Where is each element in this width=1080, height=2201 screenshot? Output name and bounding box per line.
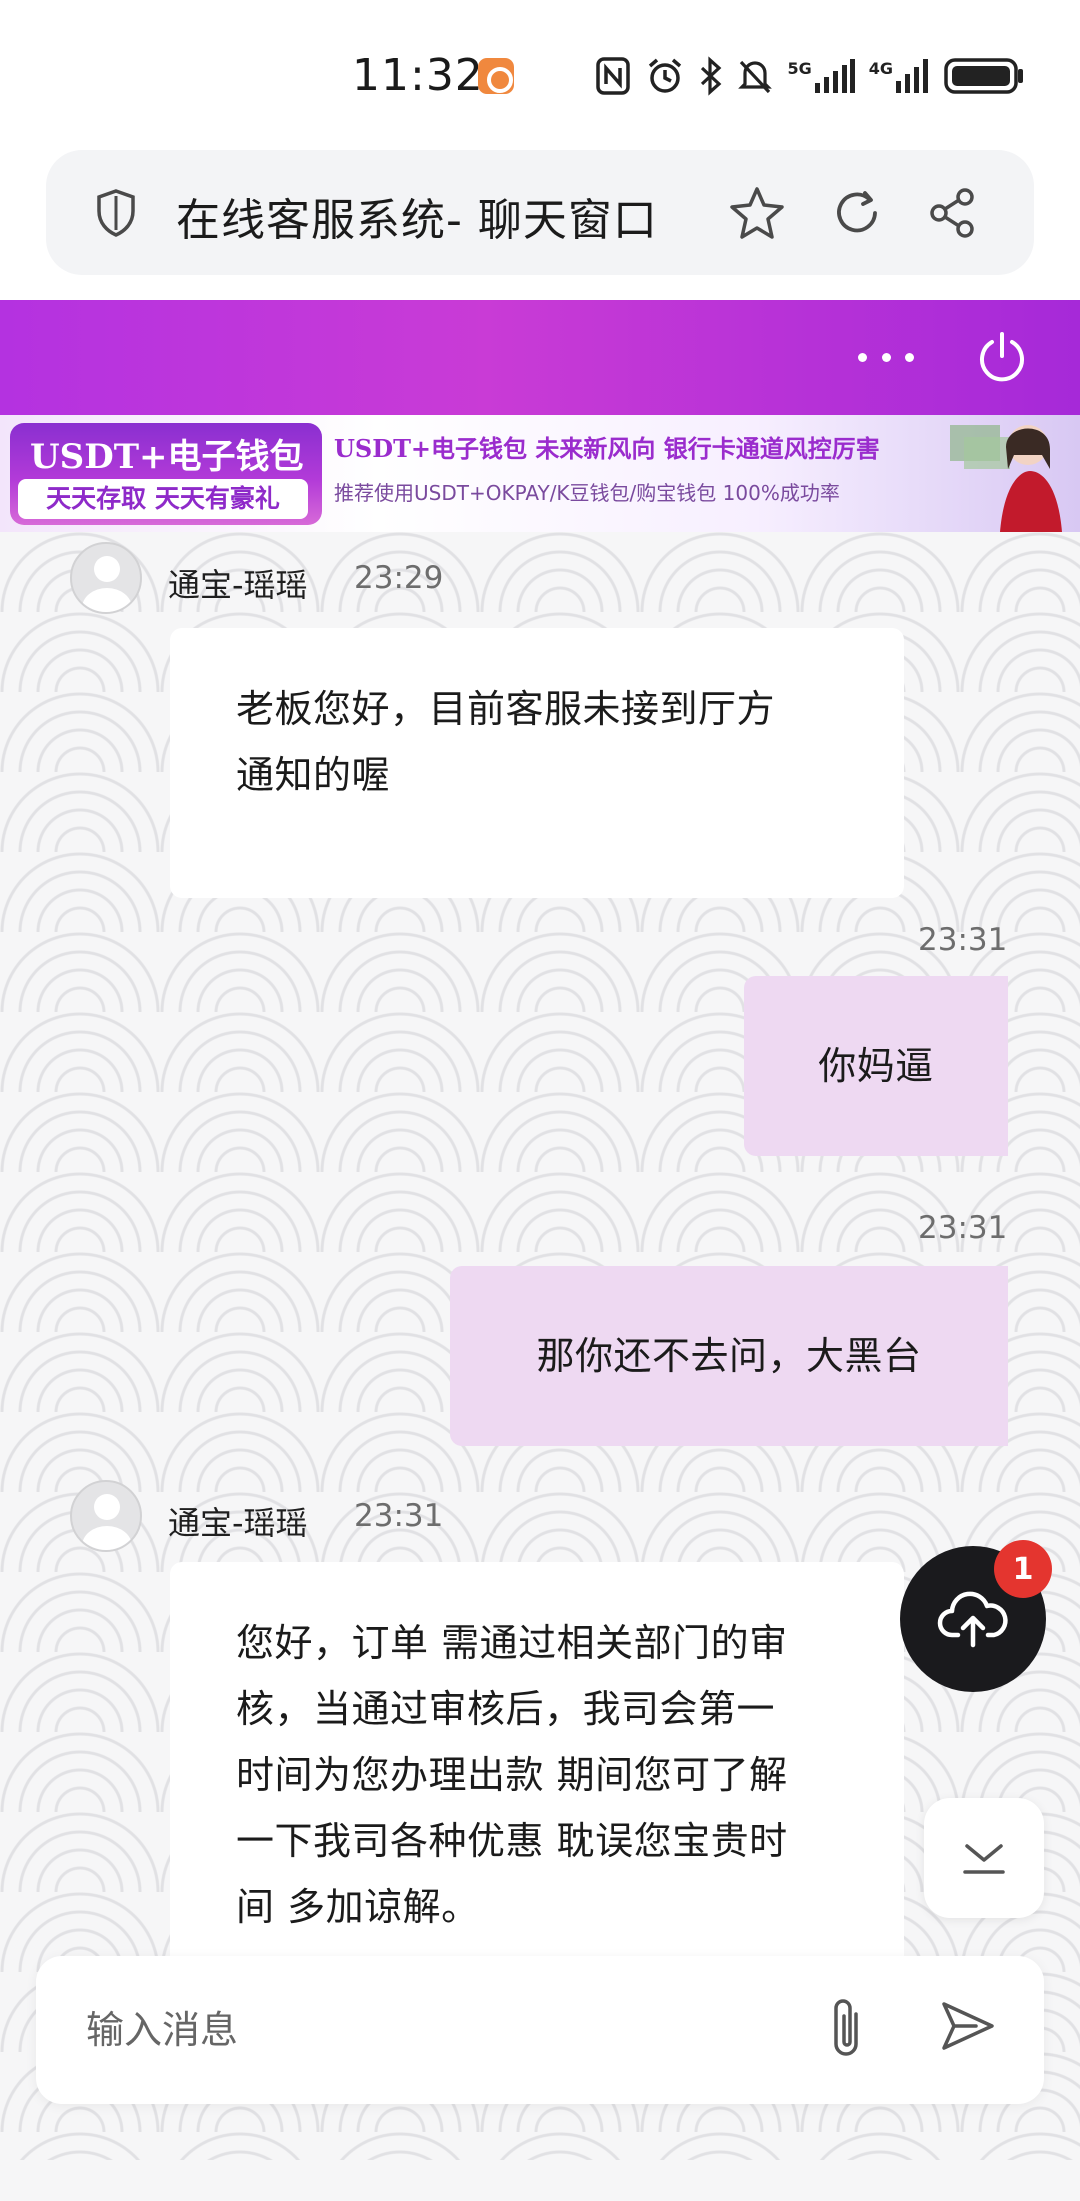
message-time: 23:29 [354, 560, 444, 596]
network-5g-label: 5G [787, 59, 812, 78]
message-line: 时间为您办理出款 期间您可了解 [236, 1753, 788, 1797]
chat-message-list[interactable]: 通宝-瑶瑶 23:29 老板您好，目前客服未接到厅方 通知的喔 23:31 你妈… [0, 532, 1080, 2201]
signal-5g: 5G [787, 59, 855, 93]
page-title: 在线客服系统- 聊天窗口 [176, 195, 658, 246]
sender-name: 通宝-瑶瑶 [168, 566, 308, 604]
status-bar: 11:32 5G 4G [0, 0, 1080, 150]
signal-bars-icon [814, 59, 855, 93]
star-icon[interactable] [726, 182, 788, 244]
share-icon[interactable] [922, 182, 984, 244]
message-line: 您好，订单 需通过相关部门的审 [236, 1621, 788, 1665]
message-text: 那你还不去问，大黑台 [536, 1334, 922, 1378]
message-line: 核，当通过审核后，我司会第一 [236, 1687, 776, 1731]
signal-bars-icon [896, 59, 928, 93]
network-4g-label: 4G [868, 59, 893, 78]
outgoing-message-bubble[interactable]: 你妈逼 [744, 976, 1008, 1156]
message-line: 老板您好，目前客服未接到厅方 [236, 687, 776, 731]
chat-header [0, 300, 1080, 415]
banner-headline: USDT+电子钱包 未来新风向 银行卡通道风控厉害 [334, 434, 880, 463]
mute-icon [738, 60, 773, 94]
more-dots-icon[interactable] [858, 342, 914, 372]
avatar[interactable] [70, 542, 142, 614]
banner-badge-subtitle: 天天存取 天天有豪礼 [18, 479, 308, 519]
bottom-area [0, 2160, 1080, 2201]
send-icon[interactable] [936, 1994, 1000, 2062]
message-line: 间 多加谅解。 [236, 1885, 480, 1929]
chevron-down-icon [963, 1844, 1005, 1874]
message-text: 你妈逼 [818, 1044, 934, 1088]
battery-icon [944, 58, 1023, 94]
scroll-to-bottom-button[interactable] [924, 1798, 1044, 1918]
message-time: 23:31 [918, 922, 1008, 958]
shield-icon[interactable] [94, 188, 138, 242]
banner-subline: 推荐使用USDT+OKPAY/K豆钱包/购宝钱包 100%成功率 [334, 481, 840, 505]
paperclip-icon[interactable] [822, 1994, 870, 2070]
message-time: 23:31 [918, 1210, 1008, 1246]
status-time: 11:32 [352, 50, 484, 101]
bluetooth-icon [701, 56, 722, 96]
status-icons: 5G 4G [595, 54, 1024, 98]
banner-model-image [950, 425, 1062, 532]
banner-badge: USDT+电子钱包 天天存取 天天有豪礼 [10, 423, 322, 525]
browser-url-bar[interactable]: 在线客服系统- 聊天窗口 [46, 150, 1034, 275]
banner-badge-title: USDT+电子钱包 [30, 437, 304, 477]
message-input[interactable] [86, 1996, 786, 2064]
promo-banner[interactable]: USDT+电子钱包 天天存取 天天有豪礼 USDT+电子钱包 未来新风向 银行卡… [0, 415, 1080, 532]
message-composer [36, 1956, 1044, 2104]
avatar[interactable] [70, 1480, 142, 1552]
message-line: 一下我司各种优惠 耽误您宝贵时 [236, 1819, 788, 1863]
cloud-upload-icon [937, 1591, 1008, 1648]
notification-badge: 1 [994, 1540, 1052, 1598]
alarm-icon [649, 58, 682, 93]
incoming-message-bubble[interactable]: 老板您好，目前客服未接到厅方 通知的喔 [170, 628, 904, 898]
outgoing-message-bubble[interactable]: 那你还不去问，大黑台 [450, 1266, 1008, 1446]
refresh-icon[interactable] [826, 182, 888, 244]
signal-4g: 4G [869, 59, 930, 93]
sender-name: 通宝-瑶瑶 [168, 1504, 308, 1542]
power-icon[interactable] [976, 330, 1028, 388]
app-notification-icon [478, 58, 514, 94]
message-time: 23:31 [354, 1498, 444, 1534]
nfc-icon [596, 57, 631, 95]
message-line: 通知的喔 [236, 753, 391, 797]
